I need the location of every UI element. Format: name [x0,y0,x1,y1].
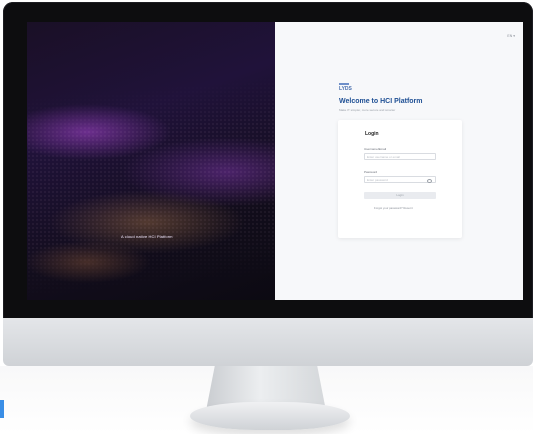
brand-logo: LYDS [339,83,357,93]
login-pane: EN ▾ LYDS Welcome to HCI Platform Make I… [275,22,523,300]
particle-wave-graphic [27,22,275,300]
corner-accent [0,400,4,418]
password-label: Password [364,170,378,174]
forgot-password-link[interactable]: Forgot your password? Reset it [374,206,413,210]
login-card: Login Username/Email Enter username or e… [338,120,462,238]
login-title: Login [365,131,379,137]
username-input[interactable]: Enter username or email [364,153,436,160]
monitor-stand-base [190,402,350,430]
password-input[interactable]: Enter password [364,176,436,183]
eye-icon[interactable] [427,179,432,183]
language-switcher[interactable]: EN ▾ [507,34,515,38]
logo-mark [339,83,349,85]
welcome-subtitle: Make IT simpler, more secure and smarter [339,108,396,112]
hero-caption: A cloud native HCI Platform [121,234,173,239]
password-placeholder: Enter password [367,178,388,182]
monitor-chin [3,318,533,366]
logo-text: LYDS [339,86,352,92]
login-button[interactable]: Login [364,192,436,199]
welcome-title: Welcome to HCI Platform [339,98,423,105]
monitor-screen: A cloud native HCI Platform EN ▾ LYDS We… [27,22,523,300]
monitor-bezel: A cloud native HCI Platform EN ▾ LYDS We… [3,2,533,320]
imac-mockup: A cloud native HCI Platform EN ▾ LYDS We… [0,0,533,434]
hero-banner: A cloud native HCI Platform [27,22,275,300]
username-label: Username/Email [364,147,387,151]
